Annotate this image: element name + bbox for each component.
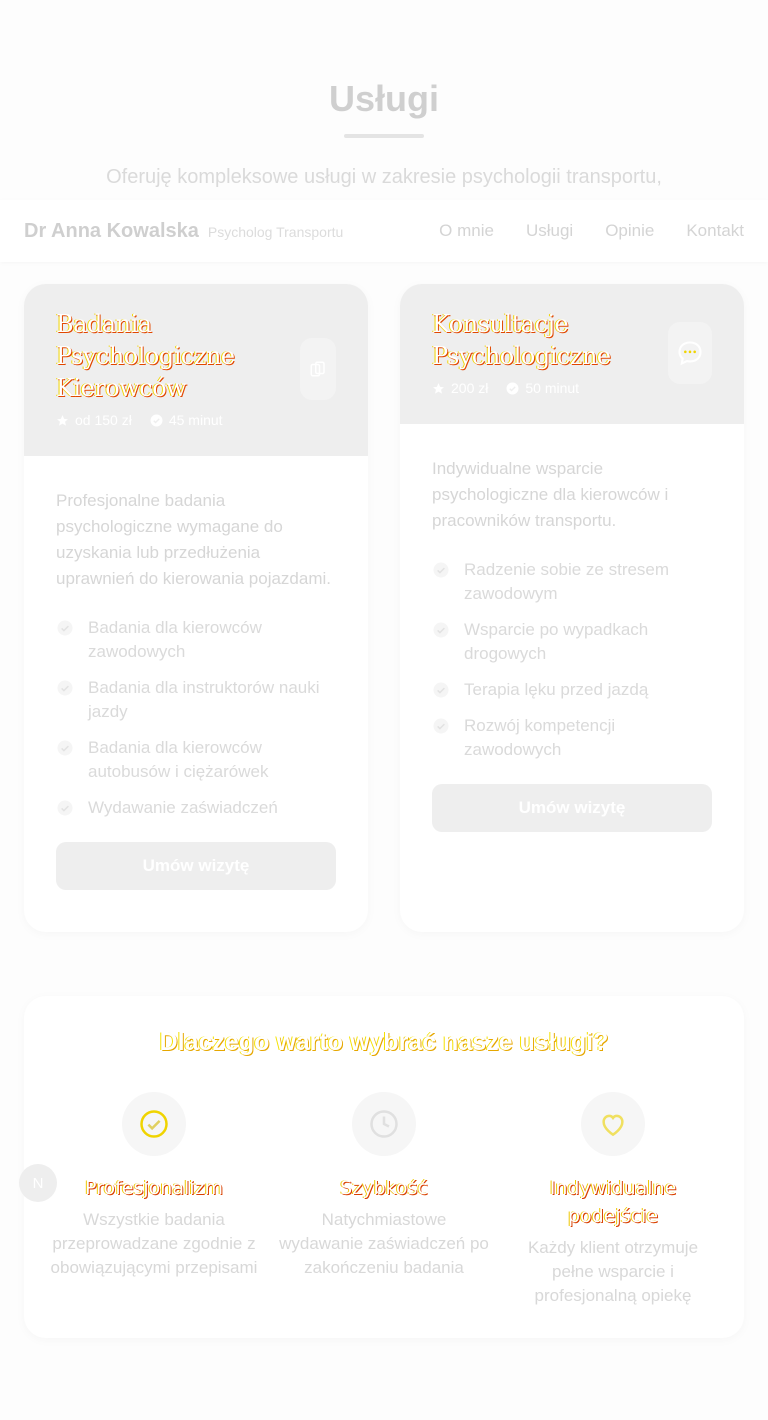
feature-item: Badania dla kierowców autobusów i ciężar… [56,736,336,784]
why-item-professionalism: Profesjonalizm Wszystkie badania przepro… [49,1092,259,1280]
why-item-individual: Indywidualne podejście Każdy klient otrz… [508,1092,718,1308]
nav-link-opinie[interactable]: Opinie [605,221,654,241]
why-item-title: Indywidualne podejście [549,1177,677,1227]
brand-name[interactable]: Dr Anna Kowalska [24,220,199,243]
nav-link-o-mnie[interactable]: O mnie [439,221,494,241]
card-header: Badania Psychologiczne Kierowców od 150 … [24,284,368,456]
avatar[interactable]: N [19,1164,57,1202]
check-circle-icon [433,622,449,638]
card-title: Konsultacje Psychologiczne [432,310,611,370]
why-item-speed: Szybkość Natychmiastowe wydawanie zaświa… [279,1092,489,1280]
card-description: Profesjonalne badania psychologiczne wym… [56,491,331,588]
duration-meta: 50 minut [506,380,579,396]
feature-list: Badania dla kierowców zawodowych Badania… [56,616,336,820]
why-icon-circle [352,1092,416,1156]
duration-meta: 45 minut [150,412,223,428]
feature-list: Radzenie sobie ze stresem zawodowym Wspa… [432,558,712,762]
navbar: Dr Anna Kowalska Psycholog Transportu O … [0,200,768,262]
why-us-title: Dlaczego warto wybrać nasze usługi? [159,1028,609,1056]
nav-link-kontakt[interactable]: Kontakt [686,221,744,241]
why-item-title: Szybkość [340,1177,428,1199]
check-circle-icon [433,718,449,734]
card-header: Konsultacje Psychologiczne 200 zł 50 min… [400,284,744,424]
card-body: Profesjonalne badania psychologiczne wym… [24,456,368,890]
service-card-consultations: Konsultacje Psychologiczne 200 zł 50 min… [400,284,744,932]
check-circle-icon [57,740,73,756]
feature-text: Wsparcie po wypadkach drogowych [464,620,649,663]
card-duration: 45 minut [168,412,223,428]
why-icon-circle [581,1092,645,1156]
star-icon [433,382,444,394]
card-duration: 50 minut [525,380,580,396]
brand-subtitle: Psycholog Transportu [207,224,344,240]
feature-item: Terapia lęku przed jazdą [432,678,712,702]
why-us-panel: Dlaczego warto wybrać nasze usługi? Prof… [24,996,744,1338]
section-title: Usługi [328,78,439,119]
check-circle-icon [433,682,449,698]
card-price: 200 zł [451,380,489,396]
price-meta: od 150 zł [56,412,132,428]
check-circle-icon [57,800,73,816]
feature-item: Badania dla kierowców zawodowych [56,616,336,664]
card-price: od 150 zł [75,412,132,428]
feature-item: Radzenie sobie ze stresem zawodowym [432,558,712,606]
card-meta: 200 zł 50 minut [432,380,712,396]
section-subtitle: Oferuję kompleksowe usługi w zakresie ps… [106,166,662,188]
check-circle-icon [506,382,519,394]
heart-icon [602,1114,624,1137]
check-circle-icon [140,1110,168,1138]
check-circle-icon [57,620,73,636]
nav-links: O mnie Usługi Opinie Kontakt [439,221,744,241]
why-item-title: Profesjonalizm [84,1177,224,1199]
feature-text: Radzenie sobie ze stresem zawodowym [464,560,670,603]
feature-text: Rozwój kompetencji zawodowych [464,716,616,759]
service-card-driver-tests: Badania Psychologiczne Kierowców od 150 … [24,284,368,932]
card-description: Indywidualne wsparcie psychologiczne dla… [432,459,669,530]
feature-text: Wydawanie zaświadczeń [88,798,278,817]
feature-item: Wydawanie zaświadczeń [56,796,336,820]
feature-item: Wsparcie po wypadkach drogowych [432,618,712,666]
chat-bubble-icon [678,341,702,366]
price-meta: 200 zł [432,380,488,396]
title-underline [344,134,424,138]
feature-text: Badania dla kierowców zawodowych [88,618,262,661]
why-icon-circle [122,1092,186,1156]
card-icon-box [300,338,336,400]
card-body: Indywidualne wsparcie psychologiczne dla… [400,424,744,832]
feature-text: Badania dla instruktorów nauki jazdy [88,678,320,721]
card-meta: od 150 zł 45 minut [56,412,336,428]
check-circle-icon [57,680,73,696]
document-copy-icon [310,361,325,377]
star-icon [57,414,68,426]
why-item-text: Każdy klient otrzymuje pełne wsparcie i … [527,1238,699,1305]
why-item-text: Natychmiastowe wydawanie zaświadczeń po … [279,1210,489,1277]
book-visit-button[interactable]: Umów wizytę [432,784,712,832]
book-visit-button[interactable]: Umów wizytę [56,842,336,890]
check-circle-icon [150,414,163,426]
feature-text: Badania dla kierowców autobusów i ciężar… [88,738,269,781]
feature-item: Rozwój kompetencji zawodowych [432,714,712,762]
why-item-text: Wszystkie badania przeprowadzane zgodnie… [50,1210,258,1277]
clock-icon [370,1110,398,1138]
card-title: Badania Psychologiczne Kierowców [56,310,235,402]
nav-link-uslugi[interactable]: Usługi [526,221,573,241]
feature-text: Terapia lęku przed jazdą [464,680,649,699]
card-icon-box [668,322,712,384]
check-circle-icon [433,562,449,578]
feature-item: Badania dla instruktorów nauki jazdy [56,676,336,724]
